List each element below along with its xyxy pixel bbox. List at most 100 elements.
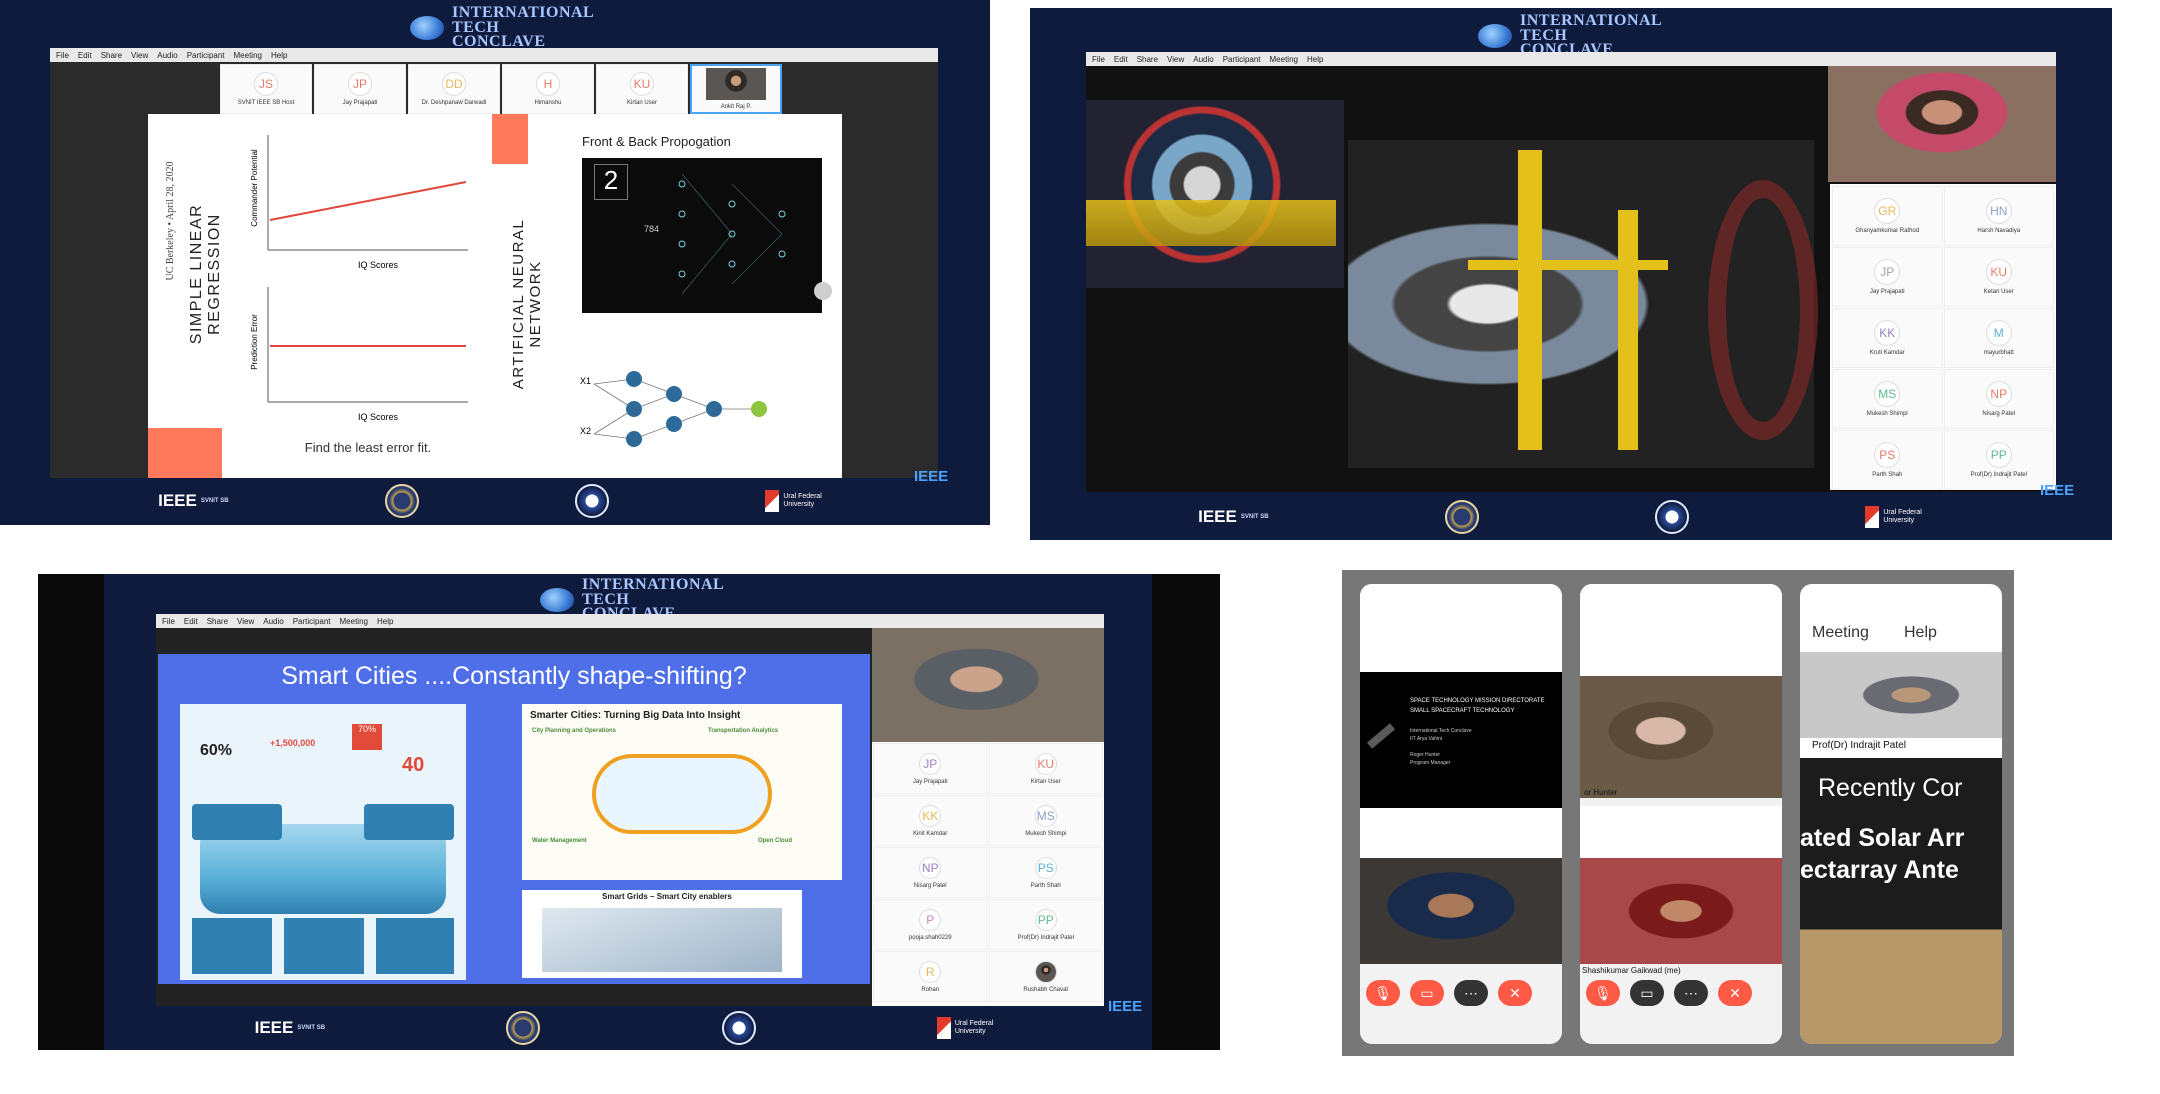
- menu-meeting[interactable]: Meeting: [234, 51, 262, 60]
- participant-tile[interactable]: DD Dr. Deshpanaw Darwadi: [408, 64, 500, 114]
- participant-tile[interactable]: KU Kirtan User: [988, 743, 1103, 794]
- menu-meeting[interactable]: Meeting: [340, 617, 368, 626]
- self-name: Shashikumar Gaikwad (me): [1582, 966, 1681, 975]
- stop-video-button[interactable]: ▭: [1630, 980, 1664, 1006]
- university-seal-icon: [1655, 500, 1690, 534]
- participant-tile[interactable]: NP Nisarg Patel: [873, 847, 988, 898]
- menu-share[interactable]: Share: [207, 617, 228, 626]
- participant-video: [1580, 676, 1782, 798]
- ieee-watermark: IEEE: [914, 468, 949, 485]
- participant-avatar: JP: [348, 72, 372, 96]
- participant-tile[interactable]: PP Prof(Dr) Indrajit Patel: [988, 899, 1103, 950]
- slide-line-1: SPACE TECHNOLOGY MISSION DIRECTORATE: [1410, 698, 1545, 704]
- participant-tile[interactable]: MS Mukesh Shimpi: [1832, 369, 1943, 429]
- leave-call-button[interactable]: ✕: [1498, 980, 1532, 1006]
- menu-edit[interactable]: Edit: [78, 51, 92, 60]
- menu-share[interactable]: Share: [101, 51, 122, 60]
- ieee-logo-text: IEEE: [158, 491, 197, 510]
- participant-tile[interactable]: PS Parth Shah: [1832, 430, 1943, 490]
- stat-years: 40: [402, 754, 425, 776]
- participant-avatar: DD: [442, 72, 466, 96]
- participant-tile[interactable]: Rushabh Chavat: [988, 951, 1103, 1002]
- participant-tile[interactable]: KK Kinit Kamdar: [873, 795, 988, 846]
- menu-view[interactable]: View: [1167, 55, 1184, 64]
- menu-meeting[interactable]: Meeting: [1812, 624, 1869, 642]
- menu-audio[interactable]: Audio: [1193, 55, 1213, 64]
- menu-audio[interactable]: Audio: [263, 617, 283, 626]
- ieee-logo: IEEE SVNIT SB: [1198, 507, 1268, 527]
- menu-audio[interactable]: Audio: [157, 51, 177, 60]
- participant-tile[interactable]: PP Prof(Dr) Indrajit Patel: [1943, 430, 2054, 490]
- participant-tile[interactable]: Mmayurbhatt: [1943, 308, 2054, 368]
- menu-participant[interactable]: Participant: [187, 51, 225, 60]
- ieee-logo-text: IEEE: [1198, 507, 1237, 526]
- menu-participant[interactable]: Participant: [1223, 55, 1261, 64]
- participant-tile[interactable]: JS SVNIT IEEE SB Host: [220, 64, 312, 114]
- participant-tile[interactable]: PS Parth Shah: [988, 847, 1103, 898]
- menu-help[interactable]: Help: [1904, 624, 1937, 642]
- participant-tile[interactable]: H Himanshu: [502, 64, 594, 114]
- participant-tile[interactable]: HN Harsh Navadiya: [1943, 186, 2054, 246]
- participant-tile[interactable]: JP Jay Prajapati: [1832, 247, 1943, 307]
- menu-bar: File Edit Share View Audio Participant M…: [50, 48, 938, 62]
- participant-avatar: JP: [919, 752, 942, 775]
- participant-tile[interactable]: MS Mukesh Shimpi: [988, 795, 1103, 846]
- globe-icon: [540, 588, 574, 613]
- slide-caption: Find the least error fit.: [304, 440, 432, 455]
- menu-meeting[interactable]: Meeting: [1270, 55, 1298, 64]
- menu-edit[interactable]: Edit: [1114, 55, 1128, 64]
- participant-tile[interactable]: Ppooja.shah0229: [873, 899, 988, 950]
- menu-file[interactable]: File: [162, 617, 175, 626]
- participant-avatar: PP: [1034, 908, 1057, 931]
- participant-tile[interactable]: R Rohan: [873, 951, 988, 1002]
- mute-mic-button[interactable]: 🎙: [1586, 980, 1620, 1006]
- phone-screen-3: Meeting Help Prof(Dr) Indrajit Patel Rec…: [1800, 584, 2002, 1044]
- sponsor-footer: IEEE SVNIT SB Ural Federal University: [80, 480, 900, 522]
- participant-avatar: MS: [1034, 804, 1057, 827]
- next-slide-button[interactable]: [814, 282, 832, 300]
- mute-mic-button[interactable]: 🎙: [1366, 980, 1400, 1006]
- participant-name: Kruti Kamdar: [1869, 350, 1905, 356]
- participant-avatar: MS: [1874, 381, 1901, 407]
- participant-tile[interactable]: GR Ghanyamkumar Rathod: [1832, 186, 1943, 246]
- more-options-button[interactable]: ⋯: [1454, 980, 1488, 1006]
- participant-name: Dr. Deshpanaw Darwadi: [421, 100, 487, 106]
- ural-line-1: Ural Federal: [1883, 509, 1922, 517]
- leave-call-button[interactable]: ✕: [1718, 980, 1752, 1006]
- participant-tile[interactable]: KU Ketan User: [1943, 247, 2054, 307]
- slide-presentation: SPACE TECHNOLOGY MISSION DIRECTORATE SMA…: [1360, 672, 1562, 808]
- infographic-left: 60% +1,500,000 70% 40: [180, 704, 466, 980]
- participant-avatar: P: [919, 908, 942, 931]
- satellite-graphic: [1366, 723, 1396, 749]
- participant-tile-active-video[interactable]: Ankit Raj P.: [690, 64, 782, 114]
- menu-file[interactable]: File: [56, 51, 69, 60]
- participant-tile[interactable]: NP Nisarg Patel: [1943, 369, 2054, 429]
- regression-chart-2: [267, 287, 468, 403]
- menu-edit[interactable]: Edit: [184, 617, 198, 626]
- menu-help[interactable]: Help: [271, 51, 287, 60]
- ann-heading: Front & Back Propogation: [582, 134, 731, 149]
- slide-vertical-title: SIMPLE LINEAR REGRESSION: [188, 203, 223, 345]
- participant-tile[interactable]: KU Kirtan User: [596, 64, 688, 114]
- menu-participant[interactable]: Participant: [293, 617, 331, 626]
- menu-share[interactable]: Share: [1137, 55, 1158, 64]
- menu-help[interactable]: Help: [1307, 55, 1323, 64]
- participant-tile[interactable]: JP Jay Prajapati: [873, 743, 988, 794]
- participant-name: Kirtan User: [1030, 778, 1061, 785]
- participant-name: Harsh Navadiya: [1977, 228, 2021, 234]
- participant-avatar: JP: [1874, 259, 1901, 285]
- ann-network-image: 2 784: [582, 158, 822, 313]
- participant-tile[interactable]: KK Kruti Kamdar: [1832, 308, 1943, 368]
- stop-video-button[interactable]: ▭: [1410, 980, 1444, 1006]
- info-label-cloud: Open Cloud: [758, 838, 792, 844]
- more-options-button[interactable]: ⋯: [1674, 980, 1708, 1006]
- speaker-video: [872, 628, 1104, 742]
- participant-tile[interactable]: JP Jay Prajapati: [314, 64, 406, 114]
- participant-video: [1800, 652, 2002, 738]
- participant-name: Jay Prajapati: [342, 100, 378, 106]
- participant-avatar: PS: [1874, 442, 1901, 468]
- menu-view[interactable]: View: [237, 617, 254, 626]
- menu-help[interactable]: Help: [377, 617, 393, 626]
- menu-view[interactable]: View: [131, 51, 148, 60]
- menu-file[interactable]: File: [1092, 55, 1105, 64]
